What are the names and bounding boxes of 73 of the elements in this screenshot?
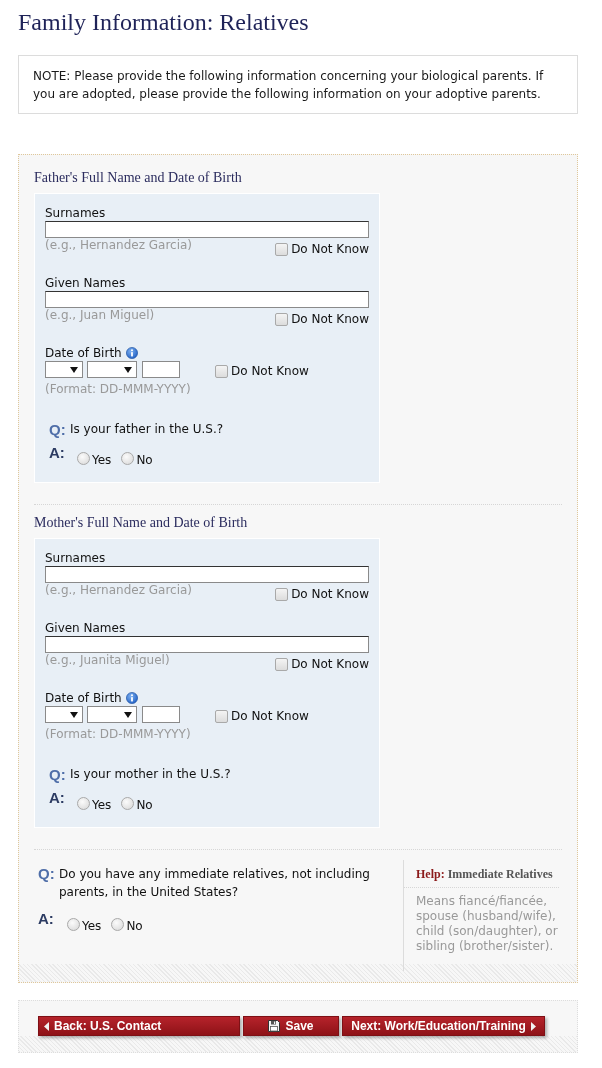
radio-label: No (126, 918, 143, 934)
do-not-know-label: Do Not Know (291, 656, 369, 672)
radio-button[interactable] (121, 797, 135, 810)
example-hint: (e.g., Juan Miguel) (45, 308, 155, 323)
caret-icon (124, 366, 132, 373)
caret-right-icon (530, 1021, 536, 1031)
radio-label: No (136, 452, 153, 468)
do-not-know-label: Do Not Know (291, 241, 369, 257)
do-not-know-checkbox[interactable] (275, 657, 289, 671)
question-text: Do you have any immediate relatives, not including parents, in the United States? (59, 866, 371, 901)
caret-icon (70, 366, 78, 373)
field-label: Date of Birth (45, 690, 122, 706)
example-hint: (e.g., Hernandez Garcia) (45, 238, 193, 253)
answer-marker: A: (49, 789, 66, 807)
field-label: Date of Birth (45, 345, 122, 361)
text-input-field[interactable] (45, 566, 369, 583)
do-not-know-label: Do Not Know (231, 363, 309, 379)
do-not-know-label: Do Not Know (291, 311, 369, 327)
help-text: Means fiancé/fiancée, spouse (husband/wife), child (son/daughter), or sibling (brother/sister). (416, 894, 559, 954)
example-hint: (e.g., Hernandez Garcia) (45, 583, 193, 598)
answer-marker: A: (38, 910, 55, 928)
example-hint: (e.g., Juanita Miguel) (45, 653, 170, 668)
field-label: Surnames (45, 550, 106, 566)
help-title: Immediate Relatives (447, 866, 553, 882)
year-input-field[interactable] (142, 706, 180, 723)
do-not-know-checkbox[interactable] (275, 242, 289, 256)
do-not-know-label: Do Not Know (291, 586, 369, 602)
radio-label: Yes (82, 918, 102, 934)
radio-button[interactable] (77, 797, 90, 810)
field-label: Given Names (45, 620, 126, 636)
info-icon[interactable] (125, 347, 138, 359)
month-select[interactable] (87, 706, 137, 723)
question-marker: Q: (38, 865, 56, 883)
radio-button[interactable] (111, 918, 125, 931)
day-select[interactable] (45, 361, 83, 378)
text-input-field[interactable] (45, 291, 369, 308)
field-label: Surnames (45, 205, 106, 221)
radio-button[interactable] (77, 452, 90, 465)
do-not-know-checkbox[interactable] (215, 709, 228, 723)
help-label: Help: (416, 866, 445, 882)
format-hint: (Format: DD-MMM-YYYY) (45, 727, 192, 742)
page-title: Family Information: Relatives (18, 8, 310, 36)
answer-marker: A: (49, 444, 66, 462)
radio-button[interactable] (121, 452, 135, 465)
radio-label: No (136, 797, 153, 813)
info-icon[interactable] (125, 692, 138, 704)
day-select[interactable] (45, 706, 83, 723)
question-marker: Q: (49, 421, 67, 439)
radio-button[interactable] (67, 918, 80, 931)
do-not-know-checkbox[interactable] (275, 587, 289, 601)
field-label: Given Names (45, 275, 126, 291)
format-hint: (Format: DD-MMM-YYYY) (45, 382, 192, 397)
do-not-know-checkbox[interactable] (275, 312, 289, 326)
caret-left-icon (44, 1021, 49, 1031)
text-input-field[interactable] (45, 636, 369, 653)
question-text: Is your mother in the U.S.? (70, 766, 231, 782)
radio-label: Yes (92, 452, 112, 468)
month-select[interactable] (87, 361, 137, 378)
do-not-know-checkbox[interactable] (215, 364, 228, 378)
back-button[interactable]: Back: U.S. Contact (38, 1016, 240, 1036)
caret-icon (124, 711, 132, 718)
year-input-field[interactable] (142, 361, 180, 378)
radio-label: Yes (92, 797, 112, 813)
next-button[interactable]: Next: Work/Education/Training (342, 1016, 545, 1036)
save-button[interactable]: Save (243, 1016, 339, 1036)
question-text: Is your father in the U.S.? (70, 421, 224, 437)
section-heading: Father's Full Name and Date of Birth (34, 169, 243, 187)
question-marker: Q: (49, 766, 67, 784)
section-heading: Mother's Full Name and Date of Birth (34, 514, 249, 532)
text-input-field[interactable] (45, 221, 369, 238)
do-not-know-label: Do Not Know (231, 708, 309, 724)
caret-icon (70, 711, 78, 718)
note-text: NOTE: Please provide the following information concerning your biological parents. If you are adopted, please provide the following information on your adoptive parents. (33, 68, 545, 103)
